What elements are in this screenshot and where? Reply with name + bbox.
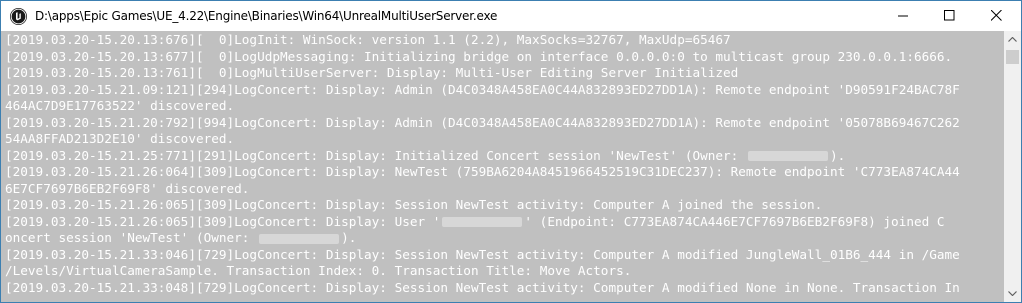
- log-line: 54AA8FFAD213D2E10' discovered.: [5, 131, 235, 146]
- maximize-button[interactable]: [927, 1, 973, 31]
- redacted-name: [259, 233, 340, 244]
- log-line: [2019.03.20-15.20.13:677][ 0]LogUdpMessa…: [5, 48, 953, 64]
- log-text: ).: [341, 230, 357, 245]
- log-line: 464AC7D9E17763522' discovered.: [5, 98, 235, 113]
- log-line: oncert session 'NewTest' (Owner: ).: [5, 230, 960, 247]
- log-line: [2019.03.20-15.20.13:761][ 0]LogMultiUse…: [5, 65, 739, 80]
- minimize-button[interactable]: [881, 1, 927, 31]
- redacted-name: [747, 151, 828, 161]
- log-line: [2019.03.20-15.21.25:771][291]LogConcert…: [5, 148, 960, 165]
- scroll-down-button[interactable]: [1004, 285, 1021, 302]
- redacted-name: [442, 217, 523, 227]
- close-icon: [991, 10, 1002, 21]
- log-line: /Levels/VirtualCameraSample. Transaction…: [5, 263, 632, 278]
- log-text: ' (Endpoint: C773EA874CA446E7CF7697B6EB2…: [524, 213, 945, 229]
- vertical-scrollbar[interactable]: [1004, 31, 1021, 302]
- scrollbar-thumb[interactable]: [1006, 50, 1019, 64]
- console-window: D:\apps\Epic Games\UE_4.22\Engine\Binari…: [0, 0, 1022, 303]
- console-output[interactable]: [2019.03.20-15.20.13:676][ 0]LogInit: Wi…: [1, 31, 1004, 302]
- log-line: 6E7CF7697B6EB2F69F8' discovered.: [5, 180, 250, 196]
- log-line: [2019.03.20-15.21.26:065][309]LogConcert…: [5, 197, 823, 212]
- scroll-up-button[interactable]: [1004, 31, 1021, 48]
- window-title: D:\apps\Epic Games\UE_4.22\Engine\Binari…: [35, 9, 498, 23]
- log-line: [2019.03.20-15.21.09:121][294]LogConcert…: [5, 81, 960, 97]
- log-lines: [2019.03.20-15.20.13:676][ 0]LogInit: Wi…: [5, 32, 960, 296]
- log-line: [2019.03.20-15.21.26:064][309]LogConcert…: [5, 164, 960, 179]
- scroll-down-arrow-icon: [1008, 291, 1017, 296]
- log-text: ).: [829, 147, 846, 163]
- log-line: [2019.03.20-15.20.13:676][ 0]LogInit: Wi…: [5, 32, 731, 47]
- title-bar[interactable]: D:\apps\Epic Games\UE_4.22\Engine\Binari…: [1, 1, 1021, 31]
- log-text: [2019.03.20-15.21.25:771][291]LogConcert…: [5, 147, 746, 163]
- log-line: [2019.03.20-15.21.33:046][729]LogConcert…: [5, 246, 960, 262]
- log-line: [2019.03.20-15.21.33:048][729]LogConcert…: [5, 279, 960, 295]
- log-line: [2019.03.20-15.21.20:792][994]LogConcert…: [5, 114, 960, 130]
- log-text: [2019.03.20-15.21.26:065][309]LogConcert…: [5, 213, 441, 229]
- log-line: [2019.03.20-15.21.26:065][309]LogConcert…: [5, 214, 960, 231]
- minimize-icon: [898, 15, 908, 17]
- log-text: oncert session 'NewTest' (Owner:: [5, 230, 258, 245]
- close-button[interactable]: [974, 1, 1020, 31]
- scroll-up-arrow-icon: [1008, 37, 1017, 42]
- unreal-engine-icon: [10, 8, 27, 25]
- maximize-icon: [944, 10, 955, 21]
